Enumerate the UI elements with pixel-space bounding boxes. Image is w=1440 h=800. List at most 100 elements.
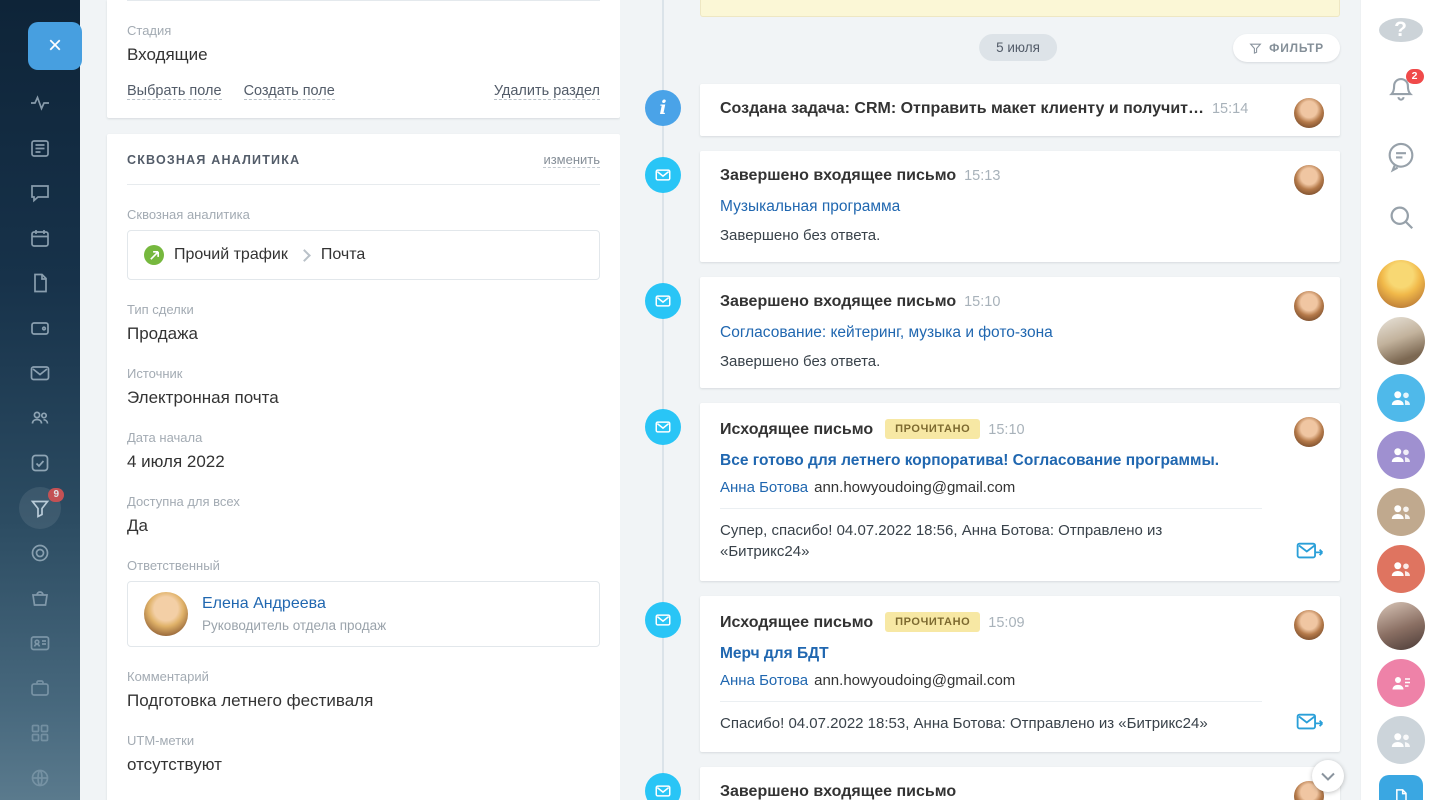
field-value: 4 июля 2022 — [127, 452, 600, 472]
mail-icon[interactable] — [28, 361, 52, 385]
chevron-right-icon — [298, 249, 311, 262]
traffic-channel-value: Почта — [321, 246, 365, 264]
app-shortcut-button[interactable] — [1379, 775, 1423, 800]
field-label: Комментарий — [127, 669, 600, 684]
edit-section-link[interactable]: изменить — [543, 152, 600, 168]
create-field-link[interactable]: Создать поле — [244, 83, 335, 100]
right-rail: ? 2 — [1360, 0, 1440, 800]
start-date-field: Дата начала 4 июля 2022 — [127, 430, 600, 472]
timeline-entry: Исходящее письмоПРОЧИТАНО15:09 Мерч для … — [700, 596, 1340, 752]
sender-name-link[interactable]: Анна Ботова — [720, 479, 808, 496]
field-actions: Выбрать поле Создать поле Удалить раздел — [127, 83, 600, 100]
search-button[interactable] — [1386, 202, 1416, 237]
field-value: Продажа — [127, 324, 600, 344]
stage-label: Стадия — [127, 23, 600, 38]
divider — [720, 701, 1262, 702]
entry-time: 15:10 — [964, 294, 1000, 310]
user-avatar[interactable] — [1377, 716, 1425, 764]
crm-icon[interactable]: 9 — [28, 496, 52, 520]
calendar-icon[interactable] — [28, 226, 52, 250]
avatar — [1294, 291, 1324, 321]
send-mail-icon[interactable] — [1296, 540, 1324, 567]
entry-time: 15:10 — [988, 422, 1024, 438]
avatar — [1294, 417, 1324, 447]
crm-counter-badge: 9 — [48, 488, 64, 502]
comment-field: Комментарий Подготовка летнего фестиваля — [127, 669, 600, 711]
traffic-widget[interactable]: Прочий трафик Почта — [127, 230, 600, 280]
drive-icon[interactable] — [28, 316, 52, 340]
user-avatar[interactable] — [1377, 317, 1425, 365]
field-label: Сквозная аналитика — [127, 207, 600, 222]
utm-field: UTM-метки отсутствуют — [127, 733, 600, 775]
entry-time: 15:09 — [988, 615, 1024, 631]
avatar — [1294, 165, 1324, 195]
scroll-down-button[interactable] — [1312, 760, 1344, 792]
document-icon — [1391, 787, 1411, 800]
messenger-button[interactable] — [1384, 139, 1418, 178]
notifications-badge: 2 — [1406, 69, 1424, 84]
sites-icon[interactable] — [28, 766, 52, 790]
info-icon: i — [645, 90, 681, 126]
news-icon[interactable] — [28, 136, 52, 160]
timeline-list: i Создана задача: CRM: Отправить макет к… — [620, 0, 1360, 800]
mail-subject-link[interactable]: Мерч для БДТ — [720, 645, 829, 663]
mail-icon — [645, 283, 681, 319]
stage-card: Стадия Входящие Выбрать поле Создать пол… — [107, 0, 620, 118]
field-label: Дата начала — [127, 430, 600, 445]
bitrix-crm-window: × 9 Стадия Вход — [0, 0, 1440, 800]
timeline-area: 5 июля ФИЛЬТР i Создана задача: CRM: Отп… — [620, 0, 1360, 800]
divider — [127, 0, 600, 1]
delete-section-link[interactable]: Удалить раздел — [494, 83, 600, 100]
stage-value: Входящие — [127, 45, 600, 65]
contact-center-icon[interactable] — [28, 631, 52, 655]
people-icon — [1388, 385, 1414, 411]
sender-email: ann.howyoudoing@gmail.com — [814, 672, 1015, 689]
help-button[interactable]: ? — [1379, 18, 1423, 42]
entry-note: Завершено без ответа. — [720, 227, 1320, 244]
close-icon: × — [48, 34, 62, 58]
responsible-field: Ответственный Елена Андреева Руководител… — [127, 558, 600, 647]
read-badge: ПРОЧИТАНО — [885, 612, 980, 632]
select-field-link[interactable]: Выбрать поле — [127, 83, 222, 100]
send-mail-icon[interactable] — [1296, 711, 1324, 738]
user-avatar[interactable] — [1377, 260, 1425, 308]
chevron-down-icon — [1321, 772, 1335, 781]
group-avatar[interactable] — [1377, 488, 1425, 536]
group-avatar[interactable] — [1377, 431, 1425, 479]
store-icon[interactable] — [28, 586, 52, 610]
avatar — [1294, 98, 1324, 128]
apps-icon[interactable] — [28, 721, 52, 745]
mail-icon — [645, 409, 681, 445]
timeline-entry: Завершено входящее письмо15:10 Согласова… — [700, 277, 1340, 388]
contact-avatar[interactable] — [1377, 659, 1425, 707]
entry-time: 15:14 — [1212, 101, 1248, 117]
company-icon[interactable] — [28, 676, 52, 700]
notifications-button[interactable]: 2 — [1386, 74, 1416, 109]
tasks-icon[interactable] — [28, 451, 52, 475]
feed-icon[interactable] — [28, 91, 52, 115]
groups-icon[interactable] — [28, 406, 52, 430]
mail-subject-link[interactable]: Музыкальная программа — [720, 198, 900, 216]
mail-body: Супер, спасибо! 04.07.2022 18:56, Анна Б… — [720, 520, 1320, 563]
timeline-entry: Исходящее письмоПРОЧИТАНО15:10 Все готов… — [700, 403, 1340, 581]
user-avatar[interactable] — [1377, 602, 1425, 650]
messenger-icon[interactable] — [28, 181, 52, 205]
mail-subject-link[interactable]: Все готово для летнего корпоратива! Согл… — [720, 452, 1219, 470]
field-label: Тип сделки — [127, 302, 600, 317]
documents-icon[interactable] — [28, 271, 52, 295]
group-avatar[interactable] — [1377, 545, 1425, 593]
marketing-icon[interactable] — [28, 541, 52, 565]
chat-icon — [1384, 139, 1418, 173]
entry-time: 15:13 — [964, 168, 1000, 184]
mail-icon — [645, 157, 681, 193]
search-icon — [1386, 202, 1416, 232]
question-icon: ? — [1394, 18, 1407, 42]
avatar — [144, 592, 188, 636]
sidebar-menu: 9 — [0, 91, 80, 800]
mail-subject-link[interactable]: Согласование: кейтеринг, музыка и фото-з… — [720, 324, 1053, 342]
group-avatar[interactable] — [1377, 374, 1425, 422]
sender-name-link[interactable]: Анна Ботова — [720, 672, 808, 689]
close-menu-button[interactable]: × — [28, 22, 82, 70]
responsible-name-link[interactable]: Елена Андреева — [202, 595, 386, 613]
field-label: Доступна для всех — [127, 494, 600, 509]
